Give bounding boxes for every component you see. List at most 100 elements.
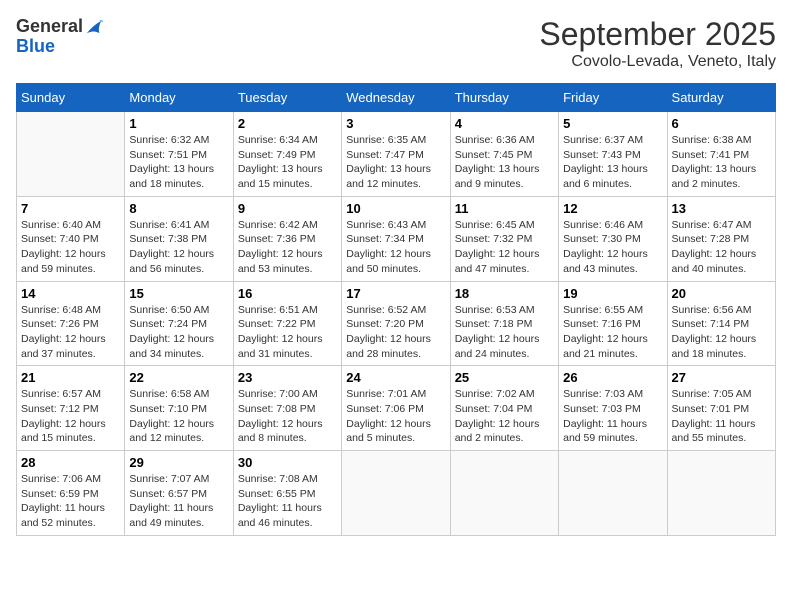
- cell-info: Sunrise: 6:47 AMSunset: 7:28 PMDaylight:…: [672, 218, 771, 277]
- day-number: 4: [455, 116, 554, 131]
- calendar-cell: [342, 451, 450, 536]
- cell-info: Sunrise: 6:43 AMSunset: 7:34 PMDaylight:…: [346, 218, 445, 277]
- weekday-header-thursday: Thursday: [450, 84, 558, 112]
- week-row-4: 21 Sunrise: 6:57 AMSunset: 7:12 PMDayligh…: [17, 366, 776, 451]
- weekday-header-friday: Friday: [559, 84, 667, 112]
- cell-info: Sunrise: 7:08 AMSunset: 6:55 PMDaylight:…: [238, 472, 337, 531]
- day-number: 1: [129, 116, 228, 131]
- week-row-5: 28 Sunrise: 7:06 AMSunset: 6:59 PMDayligh…: [17, 451, 776, 536]
- cell-info: Sunrise: 6:40 AMSunset: 7:40 PMDaylight:…: [21, 218, 120, 277]
- day-number: 9: [238, 201, 337, 216]
- cell-info: Sunrise: 6:57 AMSunset: 7:12 PMDaylight:…: [21, 387, 120, 446]
- day-number: 10: [346, 201, 445, 216]
- calendar-cell: 14 Sunrise: 6:48 AMSunset: 7:26 PMDayligh…: [17, 281, 125, 366]
- day-number: 13: [672, 201, 771, 216]
- page-header: General Blue September 2025 Covolo-Levad…: [16, 16, 776, 71]
- logo-bird-icon: [85, 17, 103, 37]
- cell-info: Sunrise: 6:50 AMSunset: 7:24 PMDaylight:…: [129, 303, 228, 362]
- cell-info: Sunrise: 6:38 AMSunset: 7:41 PMDaylight:…: [672, 133, 771, 192]
- cell-info: Sunrise: 7:06 AMSunset: 6:59 PMDaylight:…: [21, 472, 120, 531]
- calendar-cell: 28 Sunrise: 7:06 AMSunset: 6:59 PMDayligh…: [17, 451, 125, 536]
- day-number: 20: [672, 286, 771, 301]
- month-title: September 2025: [539, 16, 776, 53]
- calendar-cell: 21 Sunrise: 6:57 AMSunset: 7:12 PMDayligh…: [17, 366, 125, 451]
- cell-info: Sunrise: 7:00 AMSunset: 7:08 PMDaylight:…: [238, 387, 337, 446]
- calendar-cell: 8 Sunrise: 6:41 AMSunset: 7:38 PMDaylight…: [125, 196, 233, 281]
- cell-info: Sunrise: 6:51 AMSunset: 7:22 PMDaylight:…: [238, 303, 337, 362]
- cell-info: Sunrise: 6:35 AMSunset: 7:47 PMDaylight:…: [346, 133, 445, 192]
- calendar-cell: 24 Sunrise: 7:01 AMSunset: 7:06 PMDayligh…: [342, 366, 450, 451]
- day-number: 24: [346, 370, 445, 385]
- calendar-cell: [559, 451, 667, 536]
- day-number: 22: [129, 370, 228, 385]
- calendar-cell: 7 Sunrise: 6:40 AMSunset: 7:40 PMDaylight…: [17, 196, 125, 281]
- day-number: 18: [455, 286, 554, 301]
- cell-info: Sunrise: 6:37 AMSunset: 7:43 PMDaylight:…: [563, 133, 662, 192]
- title-area: September 2025 Covolo-Levada, Veneto, It…: [539, 16, 776, 71]
- week-row-2: 7 Sunrise: 6:40 AMSunset: 7:40 PMDaylight…: [17, 196, 776, 281]
- cell-info: Sunrise: 6:46 AMSunset: 7:30 PMDaylight:…: [563, 218, 662, 277]
- day-number: 5: [563, 116, 662, 131]
- day-number: 29: [129, 455, 228, 470]
- calendar-cell: 12 Sunrise: 6:46 AMSunset: 7:30 PMDayligh…: [559, 196, 667, 281]
- calendar-cell: 1 Sunrise: 6:32 AMSunset: 7:51 PMDaylight…: [125, 112, 233, 197]
- cell-info: Sunrise: 7:02 AMSunset: 7:04 PMDaylight:…: [455, 387, 554, 446]
- calendar-cell: 17Sunrise: 6:52 AMSunset: 7:20 PMDayligh…: [342, 281, 450, 366]
- cell-info: Sunrise: 6:48 AMSunset: 7:26 PMDaylight:…: [21, 303, 120, 362]
- calendar-cell: 19 Sunrise: 6:55 AMSunset: 7:16 PMDayligh…: [559, 281, 667, 366]
- cell-info: Sunrise: 6:53 AMSunset: 7:18 PMDaylight:…: [455, 303, 554, 362]
- calendar-cell: [17, 112, 125, 197]
- cell-info: Sunrise: 6:45 AMSunset: 7:32 PMDaylight:…: [455, 218, 554, 277]
- cell-info: Sunrise: 6:34 AMSunset: 7:49 PMDaylight:…: [238, 133, 337, 192]
- cell-info: Sunrise: 7:07 AMSunset: 6:57 PMDaylight:…: [129, 472, 228, 531]
- cell-info: Sunrise: 6:41 AMSunset: 7:38 PMDaylight:…: [129, 218, 228, 277]
- weekday-header-monday: Monday: [125, 84, 233, 112]
- day-number: 11: [455, 201, 554, 216]
- day-number: 17: [346, 286, 445, 301]
- weekday-header-tuesday: Tuesday: [233, 84, 341, 112]
- calendar-cell: 3 Sunrise: 6:35 AMSunset: 7:47 PMDaylight…: [342, 112, 450, 197]
- day-number: 2: [238, 116, 337, 131]
- calendar-cell: 9 Sunrise: 6:42 AMSunset: 7:36 PMDaylight…: [233, 196, 341, 281]
- location-title: Covolo-Levada, Veneto, Italy: [539, 53, 776, 71]
- day-number: 25: [455, 370, 554, 385]
- calendar-cell: [667, 451, 775, 536]
- day-number: 3: [346, 116, 445, 131]
- calendar-cell: [450, 451, 558, 536]
- day-number: 28: [21, 455, 120, 470]
- day-number: 7: [21, 201, 120, 216]
- day-number: 12: [563, 201, 662, 216]
- calendar-table: SundayMondayTuesdayWednesdayThursdayFrid…: [16, 83, 776, 536]
- day-number: 8: [129, 201, 228, 216]
- cell-info: Sunrise: 6:58 AMSunset: 7:10 PMDaylight:…: [129, 387, 228, 446]
- calendar-cell: 16 Sunrise: 6:51 AMSunset: 7:22 PMDayligh…: [233, 281, 341, 366]
- logo-blue-text: Blue: [16, 37, 103, 57]
- cell-info: Sunrise: 7:03 AMSunset: 7:03 PMDaylight:…: [563, 387, 662, 446]
- day-number: 14: [21, 286, 120, 301]
- weekday-header-wednesday: Wednesday: [342, 84, 450, 112]
- day-number: 26: [563, 370, 662, 385]
- calendar-cell: 30Sunrise: 7:08 AMSunset: 6:55 PMDayligh…: [233, 451, 341, 536]
- day-number: 19: [563, 286, 662, 301]
- day-number: 27: [672, 370, 771, 385]
- calendar-cell: 10 Sunrise: 6:43 AMSunset: 7:34 PMDayligh…: [342, 196, 450, 281]
- cell-info: Sunrise: 7:01 AMSunset: 7:06 PMDaylight:…: [346, 387, 445, 446]
- calendar-cell: 25 Sunrise: 7:02 AMSunset: 7:04 PMDayligh…: [450, 366, 558, 451]
- weekday-header-row: SundayMondayTuesdayWednesdayThursdayFrid…: [17, 84, 776, 112]
- cell-info: Sunrise: 6:42 AMSunset: 7:36 PMDaylight:…: [238, 218, 337, 277]
- day-number: 15: [129, 286, 228, 301]
- day-number: 23: [238, 370, 337, 385]
- calendar-cell: 5 Sunrise: 6:37 AMSunset: 7:43 PMDaylight…: [559, 112, 667, 197]
- logo: General Blue: [16, 16, 103, 57]
- day-number: 16: [238, 286, 337, 301]
- calendar-cell: 13 Sunrise: 6:47 AMSunset: 7:28 PMDayligh…: [667, 196, 775, 281]
- cell-info: Sunrise: 6:56 AMSunset: 7:14 PMDaylight:…: [672, 303, 771, 362]
- calendar-cell: 27Sunrise: 7:05 AMSunset: 7:01 PMDayligh…: [667, 366, 775, 451]
- cell-info: Sunrise: 6:32 AMSunset: 7:51 PMDaylight:…: [129, 133, 228, 192]
- day-number: 21: [21, 370, 120, 385]
- cell-info: Sunrise: 6:55 AMSunset: 7:16 PMDaylight:…: [563, 303, 662, 362]
- weekday-header-saturday: Saturday: [667, 84, 775, 112]
- calendar-cell: 29 Sunrise: 7:07 AMSunset: 6:57 PMDayligh…: [125, 451, 233, 536]
- day-number: 6: [672, 116, 771, 131]
- calendar-cell: 2 Sunrise: 6:34 AMSunset: 7:49 PMDaylight…: [233, 112, 341, 197]
